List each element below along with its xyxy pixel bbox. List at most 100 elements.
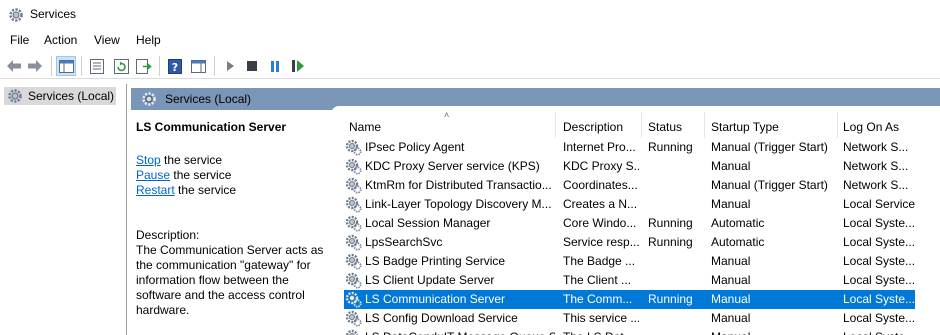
tree-item-label: Services (Local) [28, 89, 115, 103]
column-header-description[interactable]: Description [563, 120, 623, 134]
table-row[interactable]: LS Client Update Server The Client ... Man… [344, 271, 940, 290]
service-gear-icon [345, 291, 362, 308]
stop-link[interactable]: Stop [136, 153, 161, 167]
cell-name: KtmRm for Distributed Transactio... [365, 178, 552, 192]
service-gear-icon [345, 196, 362, 213]
column-header-status[interactable]: Status [648, 120, 682, 134]
table-row[interactable]: KDC Proxy Server service (KPS) KDC Proxy … [344, 157, 940, 176]
service-gear-icon [345, 272, 362, 289]
toolbar-separator [81, 56, 82, 76]
table-row[interactable]: LS DataConduIT Message Queue Se... The LS… [344, 328, 940, 335]
main-header-band: Services (Local) [131, 88, 940, 114]
pause-service-icon[interactable] [265, 56, 285, 76]
table-row[interactable]: Link-Layer Topology Discovery M... Create… [344, 195, 940, 214]
pause-link[interactable]: Pause [136, 168, 170, 182]
column-divider[interactable] [704, 112, 705, 138]
column-divider[interactable] [837, 112, 838, 138]
cell-startup-type: Manual [711, 197, 751, 211]
description-line: software and the access control [136, 288, 305, 302]
export-list-icon[interactable] [134, 56, 154, 76]
service-actions: Stop the service Pause the service Resta… [136, 153, 326, 198]
services-gear-icon [8, 89, 22, 103]
stop-service-icon[interactable] [242, 56, 262, 76]
toolbar-separator [214, 56, 215, 76]
cell-startup-type: Manual (Trigger Start) [711, 140, 828, 154]
service-gear-icon [345, 139, 362, 156]
cell-description: The Client ... [563, 273, 632, 287]
restart-link[interactable]: Restart [136, 183, 175, 197]
properties-icon[interactable] [87, 56, 107, 76]
table-row[interactable]: KtmRm for Distributed Transactio... Coord… [344, 176, 940, 195]
extended-detail-panel: LS Communication Server Stop the service… [136, 120, 326, 318]
toolbar-separator [51, 56, 52, 76]
table-row[interactable]: IPsec Policy Agent Internet Pro... Running… [344, 138, 940, 157]
service-gear-icon [345, 310, 362, 327]
cell-log-on-as: Local Syste... [843, 292, 916, 306]
table-row-selected[interactable]: LS Communication Server The Comm... Runnin… [344, 290, 915, 309]
cell-startup-type: Manual [711, 330, 839, 335]
stop-action: Stop the service [136, 153, 326, 168]
start-service-icon[interactable] [220, 56, 240, 76]
main-header-title: Services (Local) [165, 92, 252, 106]
title-bar: Services [0, 0, 940, 30]
cell-log-on-as: Local Syste... [843, 216, 916, 230]
description-line: The Communication Server acts as [136, 243, 324, 257]
refresh-icon[interactable] [111, 56, 131, 76]
cell-log-on-as: Network S... [843, 159, 909, 173]
cell-description: This service ... [563, 311, 639, 325]
back-icon[interactable] [4, 56, 24, 76]
cell-description: Service resp... [563, 235, 639, 249]
restart-action: Restart the service [136, 183, 326, 198]
stop-action-text: the service [160, 153, 223, 167]
cell-startup-type: Automatic [711, 216, 765, 230]
menu-file[interactable]: File [10, 33, 29, 47]
table-row[interactable]: LS Badge Printing Service The Badge ... Ma… [344, 252, 940, 271]
cell-log-on-as: Local Syste... [843, 254, 916, 268]
cell-log-on-as: Local Service [843, 197, 916, 211]
service-gear-icon [345, 329, 359, 335]
cell-log-on-as: Network S... [843, 140, 909, 154]
cell-description: The Badge ... [563, 254, 636, 268]
menu-view[interactable]: View [94, 33, 120, 47]
table-row[interactable]: LS Config Download Service This service .… [344, 309, 940, 328]
column-divider[interactable] [641, 112, 642, 138]
column-headers: ˄ Name Description Status Startup Type L… [344, 110, 940, 138]
cell-log-on-as: Local Syste... [843, 311, 916, 325]
menu-action[interactable]: Action [44, 33, 77, 47]
cell-name: IPsec Policy Agent [365, 140, 465, 154]
sort-ascending-icon: ˄ [444, 110, 450, 120]
cell-description: The Comm... [563, 292, 633, 306]
service-gear-icon [345, 234, 362, 251]
pause-action-text: the service [170, 168, 232, 182]
column-header-startup-type[interactable]: Startup Type [711, 120, 779, 134]
restart-service-icon[interactable] [288, 56, 308, 76]
description-label: Description: [136, 228, 200, 242]
toolbar: ? [0, 53, 940, 79]
cell-name: LS DataConduIT Message Queue Se... [365, 330, 555, 335]
show-hide-console-tree-icon[interactable] [56, 56, 76, 76]
description-line: information flow between the [136, 273, 289, 287]
cell-name: KDC Proxy Server service (KPS) [365, 159, 540, 173]
menu-bar: File Action View Help [0, 32, 940, 51]
table-row[interactable]: LpsSearchSvc Service resp... Running Automa… [344, 233, 940, 252]
column-header-name[interactable]: Name [349, 120, 381, 134]
restart-action-text: the service [174, 183, 237, 197]
services-gear-icon [9, 8, 23, 22]
cell-startup-type: Automatic [711, 235, 765, 249]
column-divider[interactable] [555, 112, 556, 138]
service-gear-icon [345, 158, 362, 175]
cell-name: Local Session Manager [365, 216, 491, 230]
selected-service-name: LS Communication Server [136, 120, 287, 134]
show-hide-action-pane-icon[interactable] [188, 56, 208, 76]
menu-help[interactable]: Help [136, 33, 161, 47]
cell-status: Running [648, 216, 693, 230]
column-header-log-on-as[interactable]: Log On As [843, 120, 899, 134]
forward-icon[interactable] [25, 56, 45, 76]
description-line: the communication "gateway" for [136, 258, 311, 272]
window-title: Services [30, 7, 77, 21]
tree-item-services-local[interactable]: Services (Local) [4, 87, 116, 105]
cell-description: Core Windo... [563, 216, 637, 230]
table-row[interactable]: Local Session Manager Core Windo... Runnin… [344, 214, 940, 233]
cell-name: LS Config Download Service [365, 311, 518, 325]
help-icon[interactable]: ? [165, 56, 185, 76]
